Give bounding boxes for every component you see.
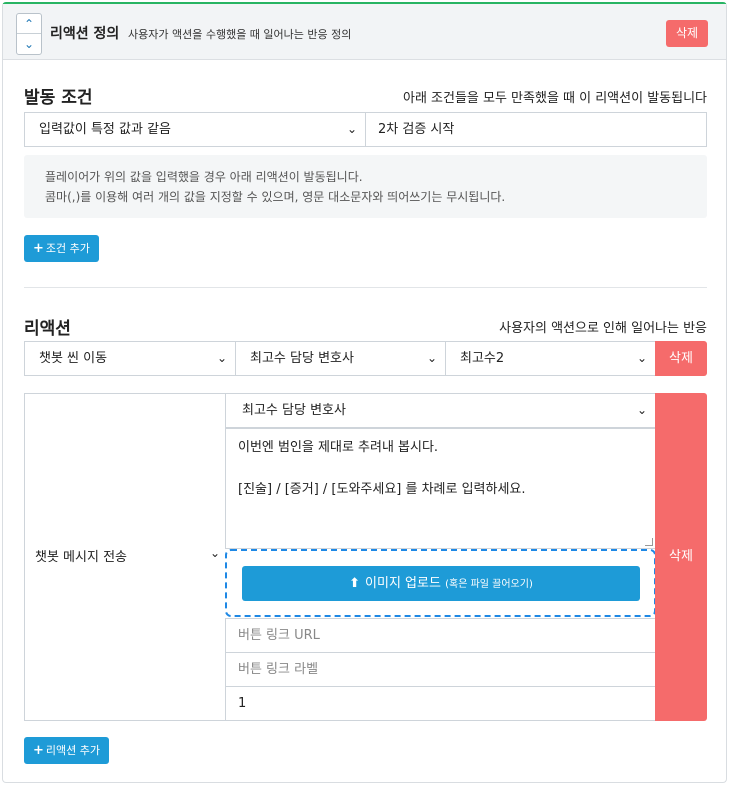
trigger-section-title: 발동 조건 bbox=[24, 88, 93, 108]
action-type-select-1[interactable]: 챗봇 씬 이동 ⌄ bbox=[24, 341, 236, 376]
trigger-section-note: 아래 조건들을 모두 만족했을 때 이 리액션이 발동됩니다 bbox=[402, 91, 707, 106]
delete-action-button-1[interactable]: 삭제 bbox=[655, 341, 707, 376]
message-speaker-select[interactable]: 최고수 담당 변호사 ⌄ bbox=[225, 393, 656, 428]
add-condition-label: 조건 추가 bbox=[45, 242, 90, 255]
condition-value-input[interactable]: 2차 검증 시작 bbox=[365, 112, 707, 147]
section-divider bbox=[24, 287, 707, 288]
upload-icon: ⬆ bbox=[349, 576, 361, 591]
message-line-1: 이번엔 범인을 제대로 추려내 봅시다. bbox=[238, 440, 439, 455]
plus-icon: + bbox=[33, 241, 44, 256]
button-label-placeholder: 버튼 링크 라벨 bbox=[238, 662, 319, 677]
actions-section-title: 리액션 bbox=[24, 319, 71, 339]
button-url-placeholder: 버튼 링크 URL bbox=[238, 628, 320, 643]
message-line-2: [진술] / [증거] / [도와주세요] 를 차례로 입력하세요. bbox=[238, 482, 526, 497]
action-target-select-1[interactable]: 최고수 담당 변호사 ⌄ bbox=[235, 341, 446, 376]
chevron-down-icon: ⌄ bbox=[216, 351, 227, 365]
condition-type-value: 입력값이 특정 값과 같음 bbox=[39, 122, 171, 137]
chevron-down-icon[interactable]: ⌄ bbox=[17, 34, 41, 54]
image-upload-hint: (혹은 파일 끌어오기) bbox=[445, 579, 533, 590]
action-type-cell-2: 챗봇 메시지 전송 ⌄ bbox=[24, 393, 226, 721]
reorder-control: ⌃ ⌄ bbox=[16, 13, 42, 55]
message-speaker-value: 최고수 담당 변호사 bbox=[242, 403, 346, 418]
button-url-input[interactable]: 버튼 링크 URL bbox=[225, 618, 656, 653]
condition-info-box: 플레이어가 위의 값을 입력했을 경우 아래 리액션이 발동됩니다. 콤마(,)… bbox=[24, 155, 707, 218]
action-type-select-2[interactable]: 챗봇 메시지 전송 ⌄ bbox=[35, 546, 220, 565]
image-drop-zone[interactable]: ⬆ 이미지 업로드 (혹은 파일 끌어오기) bbox=[225, 549, 656, 617]
condition-info-line-2: 콤마(,)를 이용해 여러 개의 값을 지정할 수 있으며, 영문 대소문자와 … bbox=[45, 190, 506, 204]
chevron-down-icon: ⌄ bbox=[426, 351, 437, 365]
condition-type-select[interactable]: 입력값이 특정 값과 같음 ⌄ bbox=[24, 112, 366, 147]
add-action-label: 리액션 추가 bbox=[45, 744, 101, 757]
chevron-down-icon: ⌄ bbox=[636, 403, 647, 417]
reaction-header: ⌃ ⌄ 리액션 정의 사용자가 액션을 수행했을 때 일어나는 반응 정의 삭제 bbox=[3, 4, 726, 60]
delete-reaction-button[interactable]: 삭제 bbox=[666, 20, 708, 47]
action-scene-select-1[interactable]: 최고수2 ⌄ bbox=[445, 341, 656, 376]
condition-info-line-1: 플레이어가 위의 값을 입력했을 경우 아래 리액션이 발동됩니다. bbox=[45, 170, 363, 184]
delete-action-button-2[interactable]: 삭제 bbox=[655, 393, 707, 721]
action-target-value-1: 최고수 담당 변호사 bbox=[250, 351, 354, 366]
add-action-button[interactable]: + 리액션 추가 bbox=[24, 737, 110, 764]
action-type-value-1: 챗봇 씬 이동 bbox=[39, 351, 108, 366]
reaction-title: 리액션 정의 bbox=[50, 26, 120, 42]
resize-handle[interactable] bbox=[645, 538, 653, 546]
image-upload-button[interactable]: ⬆ 이미지 업로드 (혹은 파일 끌어오기) bbox=[242, 566, 640, 601]
action-type-value-2: 챗봇 메시지 전송 bbox=[35, 550, 127, 565]
image-upload-label: 이미지 업로드 bbox=[365, 576, 441, 591]
plus-icon: + bbox=[33, 743, 44, 758]
chevron-down-icon: ⌄ bbox=[636, 351, 647, 365]
delay-input[interactable]: 1 bbox=[225, 686, 656, 721]
chevron-down-icon: ⌄ bbox=[209, 546, 220, 560]
message-textarea[interactable]: 이번엔 범인을 제대로 추려내 봅시다. [진술] / [증거] / [도와주세… bbox=[225, 428, 656, 549]
add-condition-button[interactable]: + 조건 추가 bbox=[24, 235, 99, 262]
reaction-subtitle: 사용자가 액션을 수행했을 때 일어나는 반응 정의 bbox=[128, 28, 352, 41]
chevron-down-icon: ⌄ bbox=[346, 122, 357, 136]
button-label-input[interactable]: 버튼 링크 라벨 bbox=[225, 652, 656, 687]
actions-section-note: 사용자의 액션으로 인해 일어나는 반응 bbox=[499, 321, 707, 336]
chevron-up-icon[interactable]: ⌃ bbox=[17, 14, 41, 34]
reaction-card: ⌃ ⌄ 리액션 정의 사용자가 액션을 수행했을 때 일어나는 반응 정의 삭제… bbox=[2, 2, 727, 783]
action-scene-value-1: 최고수2 bbox=[460, 351, 505, 366]
